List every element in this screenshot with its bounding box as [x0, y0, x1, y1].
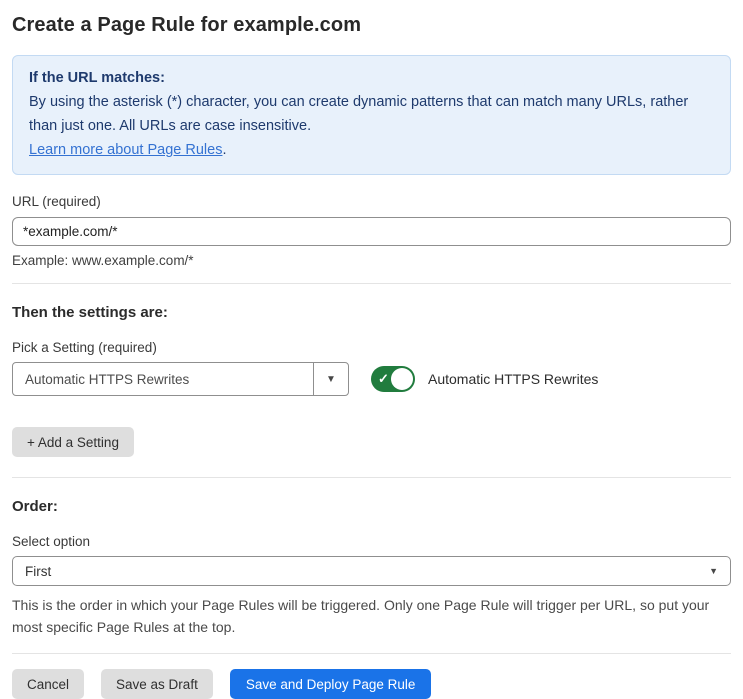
save-deploy-button[interactable]: Save and Deploy Page Rule [229, 669, 432, 699]
url-field-label: URL (required) [12, 194, 101, 209]
info-box-heading: If the URL matches: [29, 70, 165, 86]
info-box-body: By using the asterisk (*) character, you… [29, 94, 689, 134]
order-helper-text: This is the order in which your Page Rul… [12, 597, 710, 635]
divider [12, 653, 731, 654]
divider [12, 283, 731, 284]
page-title: Create a Page Rule for example.com [12, 14, 362, 36]
url-match-info-box: If the URL matches: By using the asteris… [12, 55, 731, 175]
settings-section-heading: Then the settings are: [12, 304, 168, 321]
setting-select-value: Automatic HTTPS Rewrites [25, 371, 190, 387]
setting-row: Automatic HTTPS Rewrites ▼ ✓ Automatic H… [12, 362, 731, 396]
order-section-heading: Order: [12, 498, 58, 515]
info-box-link-line: Learn more about Page Rules. [29, 138, 714, 162]
setting-select-button[interactable]: ▼ [313, 363, 348, 395]
setting-toggle[interactable]: ✓ [371, 366, 415, 392]
footer-actions: Cancel Save as Draft Save and Deploy Pag… [12, 669, 731, 699]
order-select-label: Select option [12, 534, 91, 549]
setting-select[interactable]: Automatic HTTPS Rewrites ▼ [12, 362, 349, 396]
check-icon: ✓ [378, 371, 389, 387]
toggle-knob [391, 368, 413, 390]
learn-more-link[interactable]: Learn more about Page Rules [29, 142, 222, 158]
divider [12, 477, 731, 478]
url-input[interactable] [12, 217, 731, 246]
url-example-helper: Example: www.example.com/* [12, 253, 194, 268]
caret-down-icon: ▼ [709, 566, 718, 576]
order-select[interactable]: First ▼ [12, 556, 731, 586]
pick-setting-label: Pick a Setting (required) [12, 340, 157, 355]
add-setting-button[interactable]: + Add a Setting [12, 427, 134, 457]
caret-down-icon: ▼ [326, 373, 336, 385]
order-select-value: First [25, 563, 52, 579]
cancel-button[interactable]: Cancel [12, 669, 85, 699]
link-suffix: . [222, 142, 227, 158]
toggle-label: Automatic HTTPS Rewrites [428, 371, 599, 387]
save-draft-button[interactable]: Save as Draft [101, 669, 213, 699]
page-rule-form: Create a Page Rule for example.com If th… [0, 0, 743, 699]
